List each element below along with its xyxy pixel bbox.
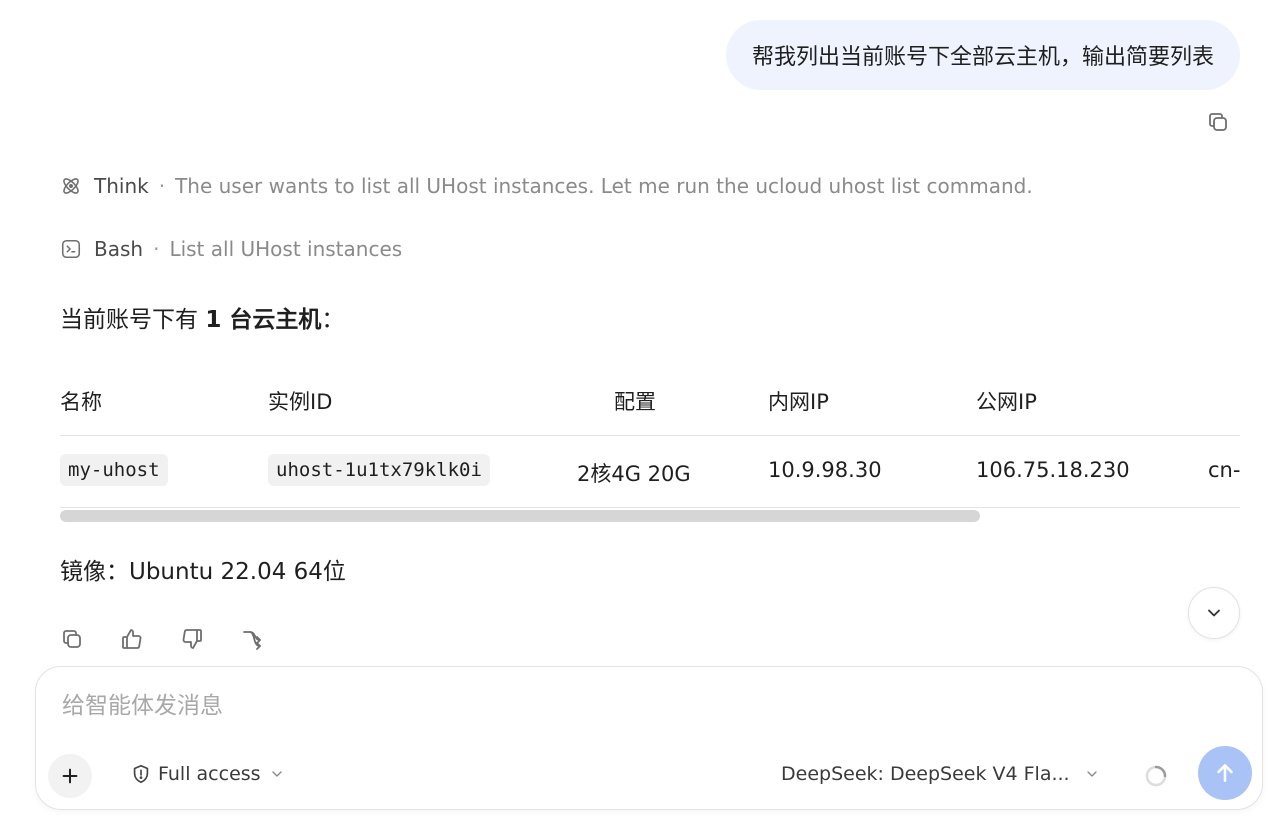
copy-icon[interactable] xyxy=(58,625,86,653)
shield-icon xyxy=(130,763,152,785)
message-composer: Full access DeepSeek: DeepSeek V4 Fla... xyxy=(35,666,1263,810)
copy-message-icon[interactable] xyxy=(1204,108,1232,136)
plus-icon xyxy=(62,768,78,784)
access-mode-selector[interactable]: Full access xyxy=(130,763,285,785)
arrow-up-icon xyxy=(1217,764,1233,782)
bash-step[interactable]: Bash · List all UHost instances xyxy=(60,237,402,261)
cell-private-ip: 10.9.98.30 xyxy=(768,458,882,482)
table-header-divider xyxy=(60,435,1240,436)
cell-instance-id: uhost-1u1tx79klk0i xyxy=(268,454,490,486)
user-message-bubble: 帮我列出当前账号下全部云主机，输出简要列表 xyxy=(725,20,1240,90)
answer-intro-prefix: 当前账号下有 xyxy=(60,307,206,333)
think-description: The user wants to list all UHost instanc… xyxy=(175,174,1033,198)
separator-dot: · xyxy=(158,174,166,198)
access-mode-label: Full access xyxy=(158,763,261,785)
thumbs-up-icon[interactable] xyxy=(118,625,146,653)
table-row-divider xyxy=(60,507,1240,508)
cell-name: my-uhost xyxy=(60,454,168,486)
scrollbar-thumb[interactable] xyxy=(60,510,980,522)
user-message-text: 帮我列出当前账号下全部云主机，输出简要列表 xyxy=(751,45,1214,70)
answer-intro: 当前账号下有 1 台云主机： xyxy=(60,300,344,334)
think-label: Think xyxy=(94,174,149,198)
table-horizontal-scrollbar[interactable] xyxy=(60,510,1240,522)
image-value: Ubuntu 22.04 64位 xyxy=(129,559,346,585)
atom-icon xyxy=(60,175,82,197)
bash-label: Bash xyxy=(94,237,144,261)
message-input[interactable] xyxy=(60,687,1164,725)
cell-public-ip: 106.75.18.230 xyxy=(976,458,1130,482)
separator-dot: · xyxy=(153,237,160,261)
instance-name-code: my-uhost xyxy=(60,454,168,486)
column-header-private-ip: 内网IP xyxy=(768,390,829,414)
model-selector[interactable]: DeepSeek: DeepSeek V4 Fla... xyxy=(781,763,1100,785)
column-header-config: 配置 xyxy=(614,390,656,414)
terminal-icon xyxy=(60,238,82,260)
think-step[interactable]: Think · The user wants to list all UHost… xyxy=(60,174,1033,198)
loading-spinner-icon xyxy=(1144,764,1168,788)
chevron-down-icon xyxy=(1208,609,1220,617)
image-info: 镜像：Ubuntu 22.04 64位 xyxy=(60,552,346,586)
model-label: DeepSeek: DeepSeek V4 Fla... xyxy=(781,763,1070,785)
cell-config: 2核4G 20G xyxy=(577,462,691,486)
chevron-down-icon xyxy=(269,766,285,782)
column-header-public-ip: 公网IP xyxy=(976,390,1037,414)
send-button[interactable] xyxy=(1198,746,1252,800)
image-label: 镜像： xyxy=(60,559,129,585)
add-attachment-button[interactable] xyxy=(48,754,92,798)
chevron-down-icon xyxy=(1084,766,1100,782)
answer-intro-suffix: ： xyxy=(321,307,345,333)
scroll-to-bottom-button[interactable] xyxy=(1188,587,1240,639)
instance-id-code: uhost-1u1tx79klk0i xyxy=(268,454,490,486)
cell-zone-truncated: cn- xyxy=(1208,458,1240,482)
branch-icon[interactable] xyxy=(238,625,266,653)
answer-intro-count: 1 台云主机 xyxy=(205,307,322,333)
column-header-instance-id: 实例ID xyxy=(268,390,333,414)
thumbs-down-icon[interactable] xyxy=(178,625,206,653)
bash-description: List all UHost instances xyxy=(169,237,403,261)
column-header-name: 名称 xyxy=(60,390,102,414)
